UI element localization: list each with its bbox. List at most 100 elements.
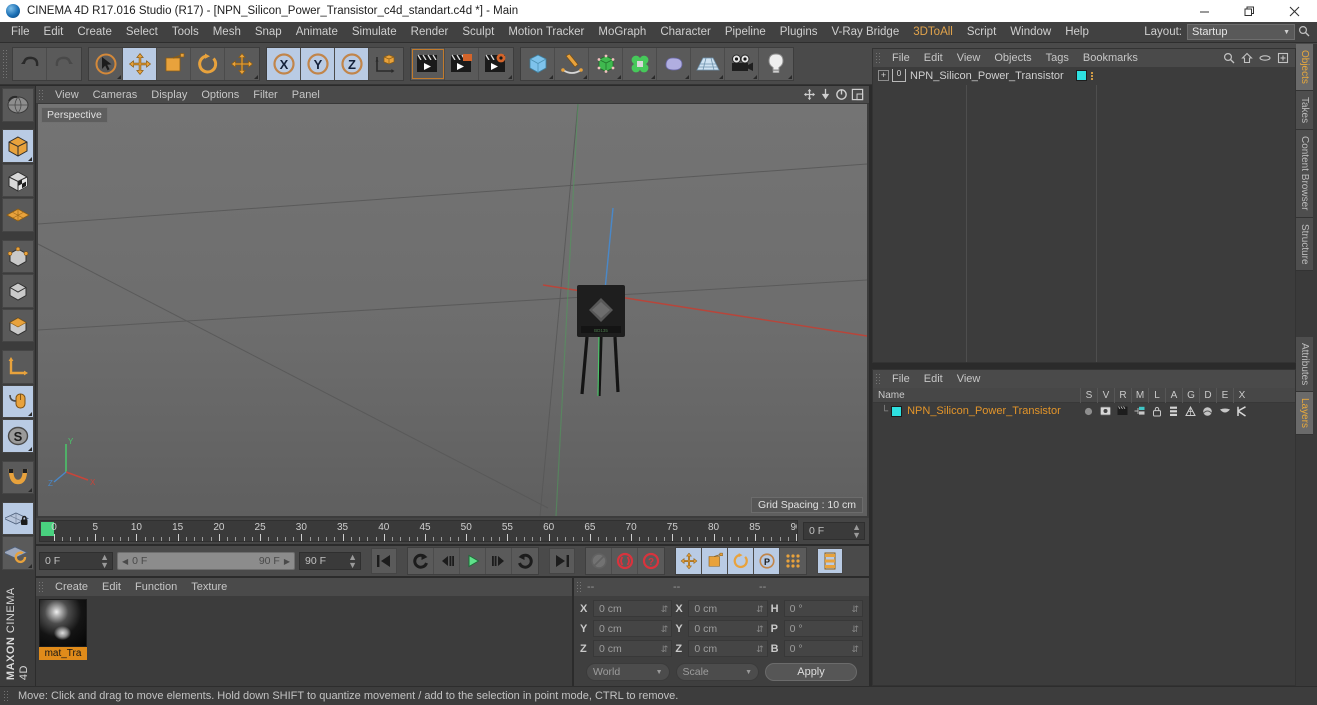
workplane-mode-button[interactable] bbox=[1, 198, 34, 232]
pan-viewport-icon[interactable] bbox=[803, 88, 816, 101]
polygon-mode-button[interactable] bbox=[1, 308, 34, 343]
spinner-icon[interactable]: ▲ ▼ bbox=[852, 523, 861, 540]
add-camera-button[interactable] bbox=[725, 47, 759, 80]
material-manager-grip[interactable] bbox=[38, 581, 45, 593]
spinner-icon[interactable]: ⇵ bbox=[851, 604, 859, 613]
menu-motion-tracker[interactable]: Motion Tracker bbox=[501, 23, 591, 41]
layer-manager-cell[interactable] bbox=[1131, 406, 1148, 416]
add-light-button[interactable] bbox=[759, 48, 793, 80]
menu-help[interactable]: Help bbox=[1058, 23, 1096, 41]
spinner-icon[interactable]: ⇵ bbox=[661, 624, 669, 633]
tab-attributes[interactable]: Attributes bbox=[1296, 337, 1313, 393]
object-menu-bookmarks[interactable]: Bookmarks bbox=[1076, 51, 1145, 65]
coordinate-system-select[interactable]: World ▼ bbox=[586, 663, 670, 681]
menu-file[interactable]: File bbox=[4, 23, 37, 41]
snap-button[interactable] bbox=[1, 460, 34, 495]
pos-y-field[interactable]: 0 cm ⇵ bbox=[593, 620, 673, 637]
dolly-viewport-icon[interactable] bbox=[819, 88, 832, 101]
material-list[interactable]: mat_Tra bbox=[36, 596, 572, 686]
viewport-menu-panel[interactable]: Panel bbox=[285, 88, 327, 102]
material-menu-create[interactable]: Create bbox=[48, 580, 95, 594]
tab-content-browser[interactable]: Content Browser bbox=[1296, 130, 1313, 218]
tab-structure[interactable]: Structure bbox=[1296, 217, 1313, 272]
step-back-button[interactable] bbox=[434, 548, 460, 574]
menu-snap[interactable]: Snap bbox=[248, 23, 289, 41]
scale-tool[interactable] bbox=[157, 47, 191, 80]
step-forward-button[interactable] bbox=[486, 548, 512, 574]
object-row[interactable]: + 0 NPN_Silicon_Power_Transistor bbox=[873, 67, 1295, 84]
object-menu-view[interactable]: View bbox=[950, 51, 988, 65]
key-pla-button[interactable] bbox=[780, 548, 806, 574]
menu-mesh[interactable]: Mesh bbox=[206, 23, 248, 41]
apply-button[interactable]: Apply bbox=[765, 663, 857, 681]
end-frame-field[interactable]: 90 F ▲ ▼ bbox=[299, 552, 361, 570]
model-mode-button[interactable] bbox=[1, 129, 34, 163]
layer-deformers-cell[interactable] bbox=[1199, 406, 1216, 417]
layer-menu-edit[interactable]: Edit bbox=[917, 372, 950, 386]
menu-animate[interactable]: Animate bbox=[289, 23, 345, 41]
menu-pipeline[interactable]: Pipeline bbox=[718, 23, 773, 41]
point-mode-button[interactable] bbox=[1, 239, 34, 274]
planar-rotate-button[interactable] bbox=[1, 536, 34, 570]
object-menu-edit[interactable]: Edit bbox=[917, 51, 950, 65]
layer-color-swatch[interactable] bbox=[891, 405, 903, 417]
key-position-button[interactable] bbox=[676, 548, 702, 574]
enable-axis-button[interactable] bbox=[1, 384, 34, 419]
layer-row[interactable]: └ NPN_Silicon_Power_Transistor bbox=[873, 403, 1295, 419]
preview-range-slider[interactable]: ◀ 0 F 90 F ▶ bbox=[117, 552, 295, 570]
layer-solo-cell[interactable] bbox=[1080, 407, 1097, 416]
spinner-icon[interactable]: ⇵ bbox=[851, 644, 859, 653]
timeline-frame-field[interactable]: 0 F ▲ ▼ bbox=[803, 522, 865, 540]
range-right-arrow-icon[interactable]: ▶ bbox=[284, 557, 290, 566]
spinner-icon[interactable]: ⇵ bbox=[661, 644, 669, 653]
pos-z-field[interactable]: 0 cm ⇵ bbox=[593, 640, 673, 657]
soft-selection-button[interactable]: S bbox=[1, 419, 34, 453]
maximize-viewport-icon[interactable] bbox=[851, 88, 864, 101]
object-tree[interactable]: + 0 NPN_Silicon_Power_Transistor bbox=[873, 67, 1295, 362]
coordinates-grip[interactable] bbox=[576, 581, 583, 593]
viewport-menu-display[interactable]: Display bbox=[144, 88, 194, 102]
menu-render[interactable]: Render bbox=[404, 23, 456, 41]
layer-manager-grip[interactable] bbox=[875, 373, 882, 385]
object-menu-file[interactable]: File bbox=[885, 51, 917, 65]
spinner-icon[interactable]: ▲ ▼ bbox=[348, 553, 357, 570]
tab-layers[interactable]: Layers bbox=[1296, 392, 1313, 436]
menu-select[interactable]: Select bbox=[119, 23, 165, 41]
add-deformer-button[interactable] bbox=[623, 47, 657, 80]
key-parameter-button[interactable]: P bbox=[754, 548, 780, 574]
material-menu-edit[interactable]: Edit bbox=[95, 580, 128, 594]
rotate-tool[interactable] bbox=[191, 47, 225, 80]
viewport-menu-view[interactable]: View bbox=[48, 88, 86, 102]
menu-window[interactable]: Window bbox=[1003, 23, 1058, 41]
search-icon[interactable] bbox=[1295, 25, 1313, 40]
rot-p-field[interactable]: 0 ° ⇵ bbox=[783, 620, 863, 637]
spinner-icon[interactable]: ⇵ bbox=[756, 624, 764, 633]
menu-plugins[interactable]: Plugins bbox=[773, 23, 825, 41]
menu-create[interactable]: Create bbox=[70, 23, 119, 41]
spinner-icon[interactable]: ⇵ bbox=[756, 644, 764, 653]
spinner-icon[interactable]: ⇵ bbox=[756, 604, 764, 613]
pos-x-field[interactable]: 0 cm ⇵ bbox=[593, 600, 673, 617]
material-menu-function[interactable]: Function bbox=[128, 580, 184, 594]
spinner-icon[interactable]: ▲ ▼ bbox=[100, 553, 109, 570]
menu-character[interactable]: Character bbox=[653, 23, 718, 41]
y-axis-lock[interactable]: Y bbox=[301, 47, 335, 80]
texture-mode-button[interactable] bbox=[1, 163, 34, 198]
previous-key-button[interactable] bbox=[408, 548, 434, 574]
tab-objects[interactable]: Objects bbox=[1296, 44, 1313, 91]
spinner-icon[interactable]: ⇵ bbox=[851, 624, 859, 633]
viewport-menu-options[interactable]: Options bbox=[194, 88, 246, 102]
menu-sculpt[interactable]: Sculpt bbox=[455, 23, 501, 41]
add-floor-button[interactable] bbox=[691, 47, 725, 80]
search-icon[interactable] bbox=[1223, 52, 1235, 64]
home-icon[interactable] bbox=[1241, 52, 1253, 64]
material-item[interactable]: mat_Tra bbox=[39, 599, 87, 660]
toolbar-grip[interactable] bbox=[2, 48, 9, 79]
autokeying-button[interactable] bbox=[612, 548, 638, 574]
menu-edit[interactable]: Edit bbox=[37, 23, 71, 41]
edge-mode-button[interactable] bbox=[1, 274, 34, 308]
key-scale-button[interactable] bbox=[702, 548, 728, 574]
size-y-field[interactable]: 0 cm ⇵ bbox=[688, 620, 768, 637]
redo-button[interactable] bbox=[47, 48, 81, 80]
status-bar-grip[interactable] bbox=[3, 690, 10, 702]
